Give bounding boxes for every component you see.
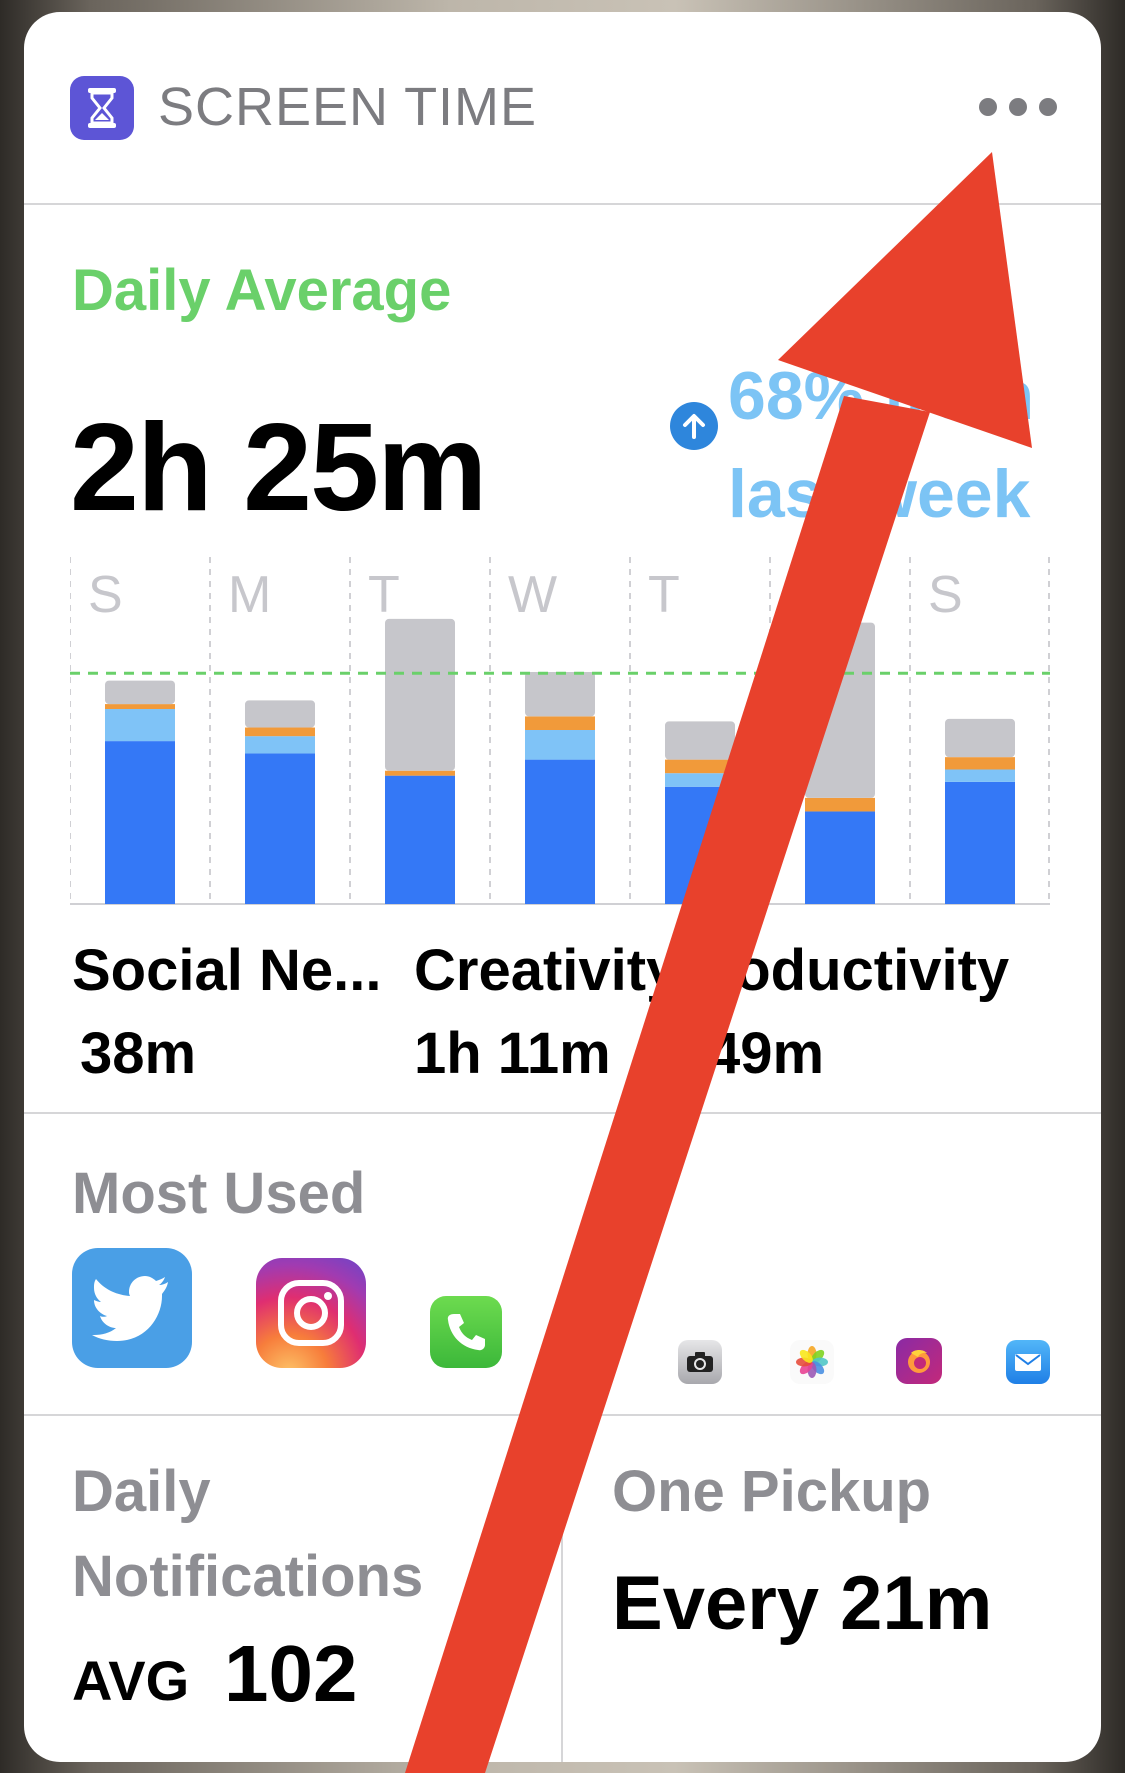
bar-segment [105, 709, 175, 742]
weekly-trend-text: 68% from last week [728, 358, 1035, 532]
day-label: M [228, 566, 271, 624]
bar-segment [105, 680, 175, 705]
camera-icon[interactable] [678, 1340, 722, 1384]
messages-icon[interactable] [566, 1337, 606, 1377]
photos-icon[interactable] [790, 1340, 834, 1384]
most-used-label: Most Used [72, 1161, 366, 1226]
notifications-avg-prefix: AVG [72, 1649, 190, 1712]
day-label: S [928, 566, 963, 624]
bar-segment [945, 781, 1015, 904]
divider [24, 1112, 1101, 1114]
bar-segment [385, 618, 455, 771]
dot-icon [1039, 98, 1057, 116]
arrow-up-icon [670, 402, 718, 450]
bar-segment [245, 727, 315, 737]
pickups-value: Every 21m [612, 1561, 993, 1646]
category-productivity-time: 49m [708, 1021, 825, 1086]
bar-segment [805, 811, 875, 904]
bar-segment [665, 786, 735, 904]
bar-segment [945, 769, 1015, 782]
day-label: T [648, 566, 680, 624]
day-label: T [368, 566, 400, 624]
day-label: W [508, 566, 557, 624]
bar-segment [245, 753, 315, 904]
bar-segment [945, 757, 1015, 770]
instagram-icon[interactable] [256, 1258, 366, 1368]
widget-title: SCREEN TIME [158, 77, 538, 137]
category-productivity-label: Productivity [674, 938, 1010, 1003]
notifications-label-line2: Notifications [72, 1544, 424, 1609]
mail-icon[interactable] [1006, 1340, 1050, 1384]
bar-segment [665, 773, 735, 787]
bar-segment [525, 716, 595, 730]
bar-segment [105, 704, 175, 710]
twitter-icon[interactable] [72, 1248, 192, 1368]
more-options-button[interactable] [979, 98, 1057, 116]
screen-time-widget[interactable]: SCREEN TIME Daily Average 2h 25m 68% fro… [24, 12, 1101, 1762]
daily-average-label: Daily Average [72, 258, 452, 323]
bar-segment [525, 672, 595, 717]
bar-segment [385, 770, 455, 776]
bar-segment [245, 700, 315, 728]
bar-segment [665, 721, 735, 760]
bar-segment [245, 736, 315, 754]
hourglass-icon [70, 76, 134, 140]
category-social-label: Social Ne... [72, 938, 382, 1003]
vertical-divider [561, 1416, 563, 1762]
daily-average-value: 2h 25m [70, 399, 487, 537]
day-label: F [788, 566, 820, 624]
bar-segment [665, 759, 735, 774]
widget-header: SCREEN TIME [24, 12, 1101, 205]
bar-segment [945, 718, 1015, 758]
category-creativity-label: Creativity [414, 938, 679, 1003]
pickups-label: One Pickup [612, 1459, 932, 1524]
notifications-label-line1: Daily [72, 1459, 211, 1524]
bar-segment [385, 775, 455, 904]
bar-segment [805, 797, 875, 812]
bar-segment [805, 622, 875, 798]
category-social-time: 38m [80, 1021, 197, 1086]
category-creativity-time: 1h 11m [414, 1021, 611, 1086]
phone-icon[interactable] [430, 1296, 502, 1368]
bar-segment [525, 730, 595, 760]
firefox-icon[interactable] [896, 1338, 942, 1384]
dot-icon [1009, 98, 1027, 116]
weekly-usage-chart[interactable]: SMTWTFS [70, 557, 1050, 907]
notifications-value: 102 [224, 1629, 358, 1718]
day-label: S [88, 566, 123, 624]
bar-segment [105, 741, 175, 904]
dot-icon [979, 98, 997, 116]
bar-segment [525, 759, 595, 904]
